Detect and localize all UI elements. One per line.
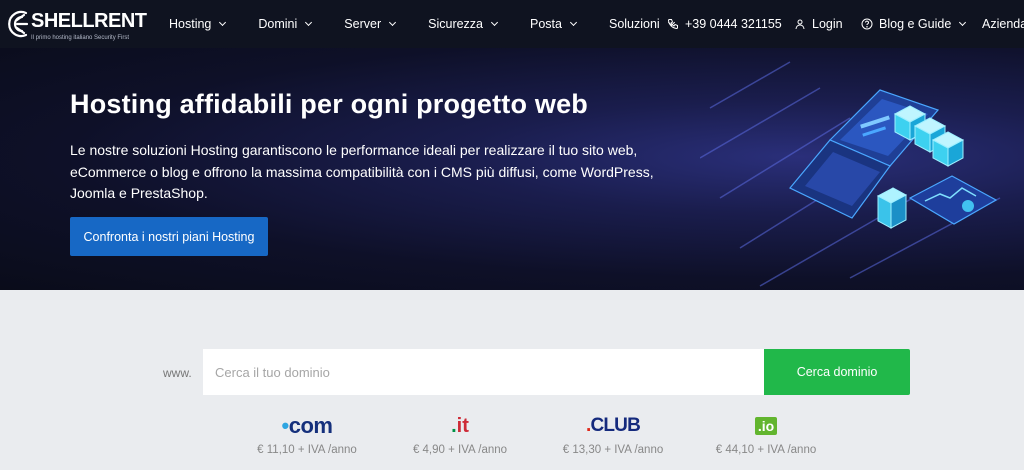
chevron-down-icon [219,18,227,27]
brand-name: SHELLRENT [31,10,147,32]
top-navbar: SHELLRENT Il primo hosting italiano Secu… [0,0,1024,48]
brand-tagline: Il primo hosting italiano Security First [31,35,130,41]
tld-price: € 11,10 + IVA /anno [257,444,357,456]
tld-it-logo: .it [451,414,469,437]
tld-item-io[interactable]: .io € 44,10 + IVA /anno [696,414,836,456]
menu-label: Hosting [169,17,212,31]
tld-item-com[interactable]: •com € 11,10 + IVA /anno [237,413,377,456]
menu-label: Posta [530,17,562,31]
main-menu: Hosting Domini Server Sicurezza Posta So… [169,0,707,48]
phone-number: +39 0444 321155 [685,17,782,31]
phone-link[interactable]: +39 0444 321155 [667,0,782,48]
tld-item-it[interactable]: .it € 4,90 + IVA /anno [390,414,530,457]
tld-com-logo: •com [281,413,333,438]
blog-menu[interactable]: Blog e Guide [861,0,967,48]
menu-label: Server [344,17,382,31]
tld-item-club[interactable]: .CLUB € 13,30 + IVA /anno [543,414,683,456]
hero-title: Hosting affidabili per ogni progetto web [70,89,588,119]
hero-description: Le nostre soluzioni Hosting garantiscono… [70,142,654,201]
chevron-down-icon [959,18,967,27]
company-menu[interactable]: Azienda [982,0,1024,48]
chevron-down-icon [490,18,499,27]
menu-item-hosting[interactable]: Hosting [169,17,227,31]
hosting-illustration [700,61,1001,287]
domain-search-input[interactable] [203,349,764,395]
hero-banner: Hosting affidabili per ogni progetto web… [0,48,1024,290]
search-domain-button[interactable]: Cerca dominio [764,349,910,395]
www-prefix: www. [163,366,192,380]
tld-club-logo: .CLUB [585,415,641,436]
phone-icon [667,19,678,30]
chevron-down-icon [389,18,397,27]
chevron-down-icon [305,18,313,27]
tld-price: € 4,90 + IVA /anno [412,444,508,456]
menu-label: Domini [258,17,298,31]
login-link[interactable]: Login [794,0,843,48]
menu-item-soluzioni[interactable]: Soluzioni [608,17,675,31]
blog-label: Blog e Guide [879,17,952,31]
menu-item-sicurezza[interactable]: Sicurezza [428,17,499,31]
shell-logo-icon [8,10,29,38]
tld-price: € 13,30 + IVA /anno [562,444,664,456]
menu-item-posta[interactable]: Posta [530,17,578,31]
menu-item-server[interactable]: Server [344,17,397,31]
menu-label: Soluzioni [608,17,660,31]
compare-plans-button[interactable]: Confronta i nostri piani Hosting [70,217,268,256]
tld-price: € 44,10 + IVA /anno [715,444,817,456]
chevron-down-icon [569,18,578,27]
help-circle-icon [861,18,873,30]
company-label: Azienda [982,17,1024,31]
login-label: Login [812,17,843,31]
brand-logo[interactable]: SHELLRENT Il primo hosting italiano Secu… [4,6,154,44]
domain-search-section: www. Cerca dominio •com € 11,10 + IVA /a… [0,290,1024,470]
menu-item-domini[interactable]: Domini [258,17,313,31]
tld-io-logo: .io [696,414,836,438]
menu-label: Sicurezza [428,17,484,31]
user-icon [795,19,805,30]
